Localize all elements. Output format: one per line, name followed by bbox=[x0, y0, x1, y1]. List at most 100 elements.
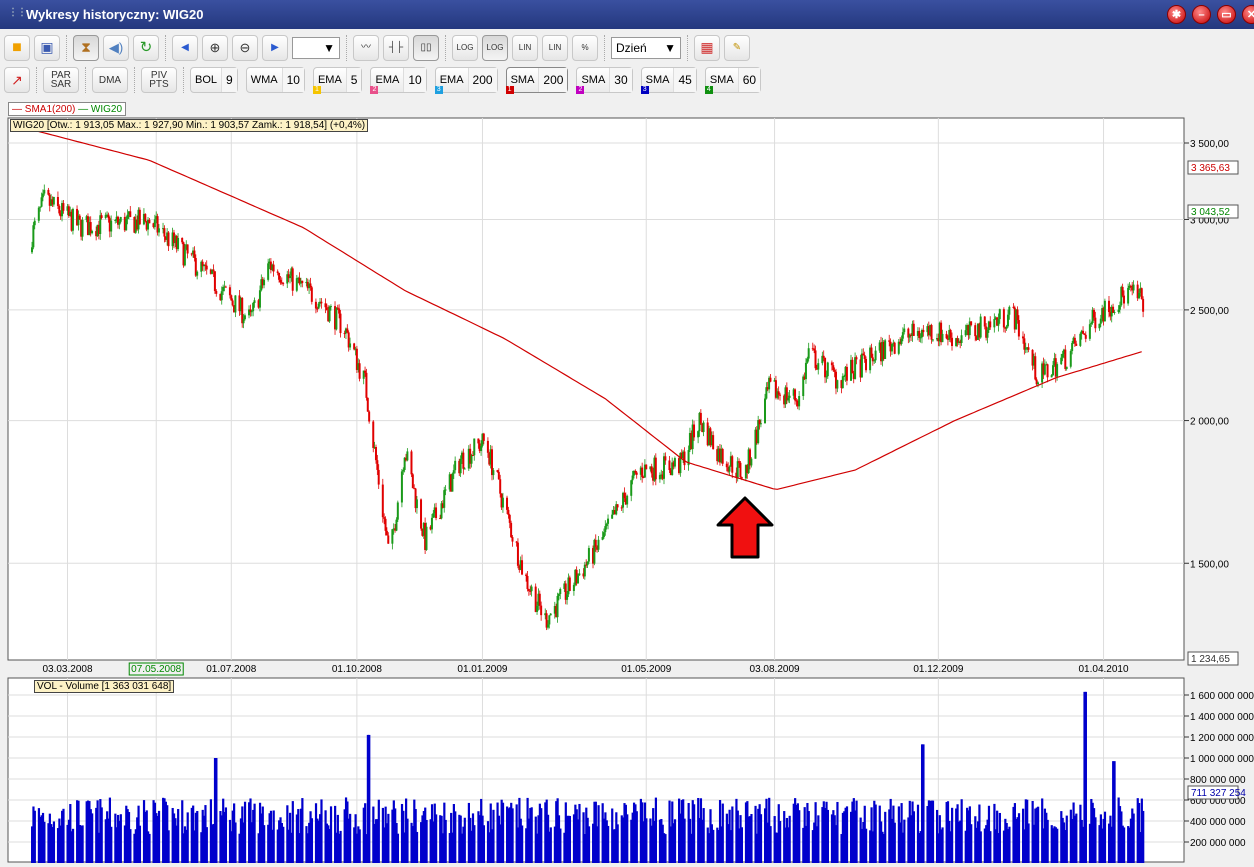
refresh-button[interactable]: ↻ bbox=[133, 34, 159, 61]
log-eq-button[interactable]: LOG bbox=[452, 34, 478, 61]
candle bbox=[998, 309, 1001, 320]
dma-button[interactable]: DMA bbox=[92, 67, 128, 93]
volume-bar bbox=[865, 828, 868, 863]
percent-button[interactable]: % bbox=[572, 34, 598, 61]
candle bbox=[396, 502, 399, 520]
indicator-label: EMA bbox=[375, 74, 400, 86]
piv-pts-button[interactable]: PIV PTS bbox=[141, 67, 177, 93]
volume-tick-label: 1 200 000 000 bbox=[1190, 733, 1254, 744]
open-button[interactable]: ■ bbox=[4, 34, 30, 61]
drag-grip-icon[interactable]: ⋮⋮ bbox=[8, 7, 27, 18]
volume-bar bbox=[979, 831, 982, 863]
lin-eq-button[interactable]: LIN bbox=[512, 34, 538, 61]
candle bbox=[486, 440, 489, 453]
indicator-value[interactable]: 10 bbox=[403, 68, 426, 92]
indicator-value[interactable]: 30 bbox=[609, 68, 632, 92]
indicator-sma-45[interactable]: SMA 45 3 bbox=[640, 67, 697, 94]
window-title: Wykresy historyczny: WIG20 bbox=[26, 7, 204, 22]
zoom-select[interactable]: ▼ bbox=[292, 36, 340, 59]
indicator-wma-10[interactable]: WMA 10 bbox=[245, 67, 305, 93]
candle bbox=[506, 497, 509, 510]
settings-icon[interactable]: ✱ bbox=[1167, 5, 1186, 24]
candle bbox=[578, 573, 581, 576]
next-button[interactable]: ▶ bbox=[262, 34, 288, 61]
indicator-ema-10[interactable]: EMA 10 2 bbox=[370, 67, 427, 94]
indicator-value[interactable]: 200 bbox=[538, 68, 568, 92]
volume-tick-label: 200 000 000 bbox=[1190, 838, 1246, 849]
indicator-value[interactable]: 10 bbox=[281, 68, 304, 92]
close-icon[interactable]: ✕ bbox=[1242, 5, 1254, 24]
zoom-in-button[interactable]: ⊕ bbox=[202, 34, 228, 61]
candle bbox=[841, 376, 844, 389]
period-select[interactable]: Dzień ▼ bbox=[611, 36, 681, 59]
restore-icon[interactable]: ▭ bbox=[1217, 5, 1236, 24]
indicator-ema-200[interactable]: EMA 200 3 bbox=[434, 67, 498, 94]
candle bbox=[100, 215, 103, 219]
lin-neq-button[interactable]: LIN bbox=[542, 34, 568, 61]
volume-bar bbox=[922, 744, 925, 863]
colors-button[interactable]: ▦ bbox=[694, 34, 720, 61]
candle bbox=[400, 471, 403, 503]
candle bbox=[568, 577, 571, 591]
candle bbox=[444, 489, 447, 491]
ohlc-icon: ┤├ bbox=[388, 42, 404, 53]
candle bbox=[949, 329, 952, 338]
candle bbox=[1046, 364, 1049, 378]
hourglass-button[interactable]: ⧗ bbox=[73, 34, 99, 61]
notes-button[interactable]: ✎ bbox=[724, 34, 750, 61]
indicator-value[interactable]: 9 bbox=[221, 68, 237, 92]
candle bbox=[1127, 287, 1130, 304]
candle bbox=[602, 532, 605, 538]
volume-bar bbox=[568, 815, 572, 863]
candle bbox=[163, 228, 166, 237]
prev-button[interactable]: ◀ bbox=[172, 34, 198, 61]
volume-bar bbox=[970, 824, 973, 863]
volume-bar bbox=[43, 821, 46, 863]
minimize-icon[interactable]: – bbox=[1192, 5, 1211, 24]
price-chart[interactable]: 03.03.2008 07.05.2008 01.07.2008 01.10.2008… bbox=[0, 96, 1254, 867]
candle-chart-button[interactable]: ▯▯ bbox=[413, 34, 439, 61]
indicator-bol-9[interactable]: BOL 9 bbox=[190, 67, 238, 93]
zoom-out-button[interactable]: ⊖ bbox=[232, 34, 258, 61]
candle bbox=[725, 463, 728, 468]
volume-bar bbox=[1075, 813, 1078, 863]
indicator-sma-30[interactable]: SMA 30 2 bbox=[576, 67, 633, 94]
log-neq-button[interactable]: LOG bbox=[482, 34, 508, 61]
indicator-value[interactable]: 5 bbox=[345, 68, 362, 92]
indicator-sma-60[interactable]: SMA 60 4 bbox=[704, 67, 762, 94]
candle bbox=[410, 451, 413, 475]
candle bbox=[381, 484, 384, 518]
candle bbox=[577, 575, 579, 584]
x-tick-label: 01.07.2008 bbox=[206, 664, 256, 675]
candle bbox=[497, 471, 500, 480]
line-chart-button[interactable]: 〰 bbox=[353, 34, 379, 61]
indicator-tag: 1 bbox=[312, 86, 321, 94]
candle bbox=[157, 228, 160, 233]
indicator-ema-5[interactable]: EMA 5 1 bbox=[312, 67, 363, 94]
candle bbox=[507, 509, 510, 515]
candle bbox=[922, 329, 925, 333]
par-sar-button[interactable]: PAR SAR bbox=[43, 67, 79, 93]
candle bbox=[1016, 309, 1019, 321]
volume-bar bbox=[769, 826, 772, 863]
save-button[interactable]: ▣ bbox=[34, 34, 60, 61]
indicator-value[interactable]: 45 bbox=[673, 68, 696, 92]
volume-bar bbox=[855, 800, 858, 863]
ohlc-chart-button[interactable]: ┤├ bbox=[383, 34, 409, 61]
indicator-label: BOL bbox=[195, 74, 218, 86]
candle bbox=[997, 319, 1000, 326]
candle bbox=[1084, 334, 1087, 339]
indicator-value[interactable]: 200 bbox=[467, 68, 497, 92]
candle bbox=[144, 213, 147, 222]
candle bbox=[668, 460, 671, 471]
volume-bar bbox=[310, 818, 314, 863]
sound-button[interactable]: ◀) bbox=[103, 34, 129, 61]
candle bbox=[335, 307, 338, 330]
candle bbox=[183, 249, 186, 266]
candle bbox=[604, 526, 607, 533]
volume-bar bbox=[33, 810, 36, 863]
indicator-value[interactable]: 60 bbox=[737, 68, 761, 92]
volume-bar bbox=[1084, 691, 1087, 863]
indicator-chart-button[interactable]: ↗ bbox=[4, 67, 30, 93]
indicator-sma-200[interactable]: SMA 200 1 bbox=[505, 67, 569, 94]
